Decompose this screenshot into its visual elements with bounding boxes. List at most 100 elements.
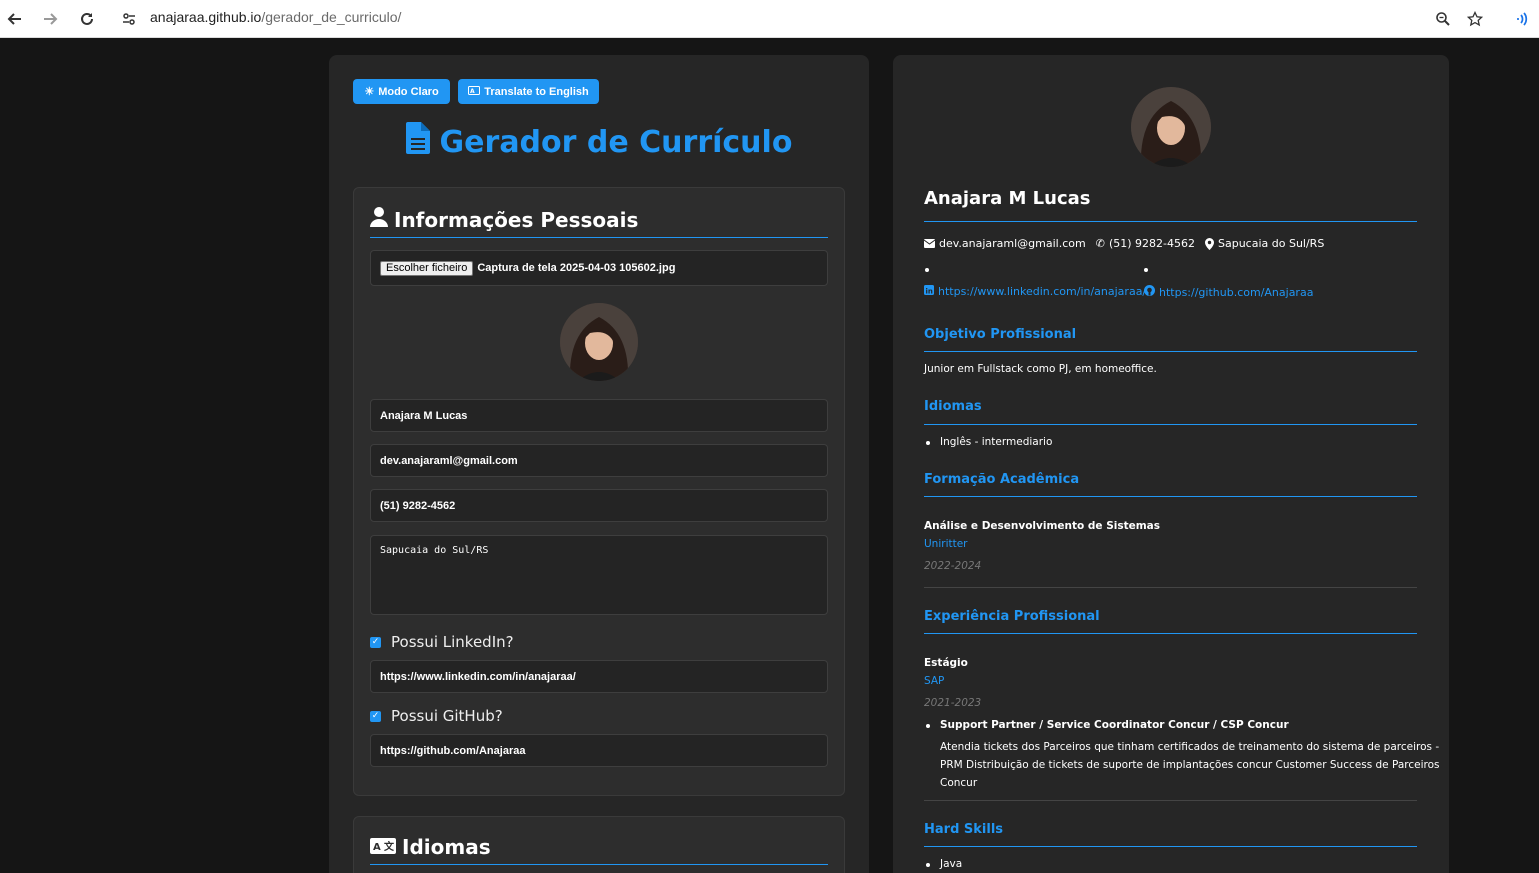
experience-item-desc-line2: PRM Distribuição de tickets de suporte d… xyxy=(940,759,1440,771)
github-checkbox-row[interactable]: ✓ Possui GitHub? xyxy=(370,707,503,725)
avatar-preview xyxy=(560,303,638,381)
resume-linkedin-link[interactable]: in https://www.linkedin.com/in/anajaraa/ xyxy=(924,285,1146,298)
experience-role: Estágio xyxy=(924,657,968,669)
experience-item-title: Support Partner / Service Coordinator Co… xyxy=(940,719,1289,731)
translate-label: Translate to English xyxy=(484,85,589,98)
bullet xyxy=(925,268,929,272)
experience-company: SAP xyxy=(924,675,945,687)
email-input[interactable]: dev.anajaraml@gmail.com xyxy=(370,444,828,477)
personal-info-title: Informações Pessoais xyxy=(394,207,639,232)
divider xyxy=(924,633,1417,634)
resume-location: Sapucaia do Sul/RS xyxy=(1205,237,1324,250)
experience-heading: Experiência Profissional xyxy=(924,609,1100,624)
address-textarea[interactable]: Sapucaia do Sul/RS xyxy=(370,535,828,615)
phone-input[interactable]: (51) 9282-4562 xyxy=(370,489,828,522)
divider xyxy=(924,496,1417,497)
email-input-value: dev.anajaraml@gmail.com xyxy=(380,454,518,467)
svg-text:文: 文 xyxy=(384,840,395,853)
resume-preview: Anajara M Lucas dev.anajaraml@gmail.com … xyxy=(893,55,1449,873)
languages-title: Idiomas xyxy=(402,834,491,859)
objective-heading: Objetivo Profissional xyxy=(924,327,1077,342)
languages-card: A文 Idiomas xyxy=(353,816,845,873)
page-title: Gerador de Currículo xyxy=(329,122,869,162)
linkedin-checkbox[interactable]: ✓ xyxy=(370,636,381,648)
resume-location-text: Sapucaia do Sul/RS xyxy=(1218,237,1325,250)
url-path: /gerador_de_curriculo/ xyxy=(261,9,402,25)
name-input[interactable]: Anajara M Lucas xyxy=(370,399,828,432)
linkedin-input[interactable]: https://www.linkedin.com/in/anajaraa/ xyxy=(370,660,828,693)
url-host: anajaraa.github.io xyxy=(150,9,262,25)
resume-linkedin-text: https://www.linkedin.com/in/anajaraa/ xyxy=(938,285,1147,298)
linkedin-checkbox-label: Possui LinkedIn? xyxy=(391,633,514,651)
phone-icon: ✆ xyxy=(1095,237,1105,250)
phone-input-value: (51) 9282-4562 xyxy=(380,499,456,512)
bullet xyxy=(1144,268,1148,272)
browser-toolbar: anajaraa.github.io/gerador_de_curriculo/ xyxy=(0,0,1539,38)
svg-text:in: in xyxy=(926,288,933,296)
form-panel: ☀ Modo Claro A Translate to English Gera… xyxy=(329,55,869,873)
envelope-icon xyxy=(924,239,935,248)
github-input-value: https://github.com/Anajaraa xyxy=(380,744,526,757)
github-icon xyxy=(1144,285,1155,299)
site-settings-icon[interactable] xyxy=(117,7,141,31)
language-icon: A xyxy=(468,85,481,98)
linkedin-icon: in xyxy=(924,285,934,298)
page-title-text: Gerador de Currículo xyxy=(439,124,793,160)
experience-period: 2021-2023 xyxy=(924,697,982,709)
bullet xyxy=(926,724,930,728)
photo-file-input[interactable]: Escolher ficheiro Captura de tela 2025-0… xyxy=(370,250,828,286)
personal-info-card: Informações Pessoais Escolher ficheiro C… xyxy=(353,187,845,796)
document-icon xyxy=(405,122,430,162)
divider xyxy=(924,351,1417,352)
address-bar[interactable]: anajaraa.github.io/gerador_de_curriculo/ xyxy=(150,8,401,26)
address-textarea-value: Sapucaia do Sul/RS xyxy=(380,545,489,556)
experience-item-desc-line3: Concur xyxy=(940,777,978,789)
resume-github-text: https://github.com/Anajaraa xyxy=(1159,285,1314,299)
resume-email-text: dev.anajaraml@gmail.com xyxy=(939,237,1086,250)
file-name: Captura de tela 2025-04-03 105602.jpg xyxy=(477,262,676,274)
languages-heading: Idiomas xyxy=(924,399,982,414)
bullet xyxy=(926,863,930,867)
translate-button[interactable]: A Translate to English xyxy=(458,79,599,104)
education-course: Análise e Desenvolvimento de Sistemas xyxy=(924,520,1161,532)
linkedin-checkbox-row[interactable]: ✓ Possui LinkedIn? xyxy=(370,633,514,651)
user-icon xyxy=(370,207,388,232)
back-arrow-icon[interactable] xyxy=(3,7,27,31)
forward-arrow-icon[interactable] xyxy=(38,7,62,31)
name-input-value: Anajara M Lucas xyxy=(380,409,468,422)
resume-name: Anajara M Lucas xyxy=(924,188,1091,209)
resume-email: dev.anajaraml@gmail.com xyxy=(924,237,1086,250)
resume-avatar xyxy=(1131,87,1211,167)
divider xyxy=(924,800,1417,801)
experience-item-desc-line1: Atendia tickets dos Parceiros que tinham… xyxy=(940,741,1440,753)
bullet xyxy=(926,441,930,445)
star-icon[interactable] xyxy=(1463,7,1487,31)
sun-icon: ☀ xyxy=(364,86,375,98)
location-pin-icon xyxy=(1205,237,1214,250)
objective-text: Junior em Fullstack como PJ, em homeoffi… xyxy=(924,363,1157,375)
education-heading: Formação Acadêmica xyxy=(924,472,1080,487)
light-mode-button[interactable]: ☀ Modo Claro xyxy=(353,79,450,104)
resume-contact: dev.anajaraml@gmail.com ✆ (51) 9282-4562… xyxy=(924,237,1324,250)
divider xyxy=(924,424,1417,425)
cast-icon[interactable] xyxy=(1512,7,1536,31)
education-institution: Uniritter xyxy=(924,538,968,550)
languages-heading: A文 Idiomas xyxy=(370,833,828,865)
divider xyxy=(924,221,1417,222)
hard-skill-item: Java xyxy=(940,858,963,870)
education-period: 2022-2024 xyxy=(924,560,982,572)
github-input[interactable]: https://github.com/Anajaraa xyxy=(370,734,828,767)
zoom-icon[interactable] xyxy=(1431,7,1455,31)
svg-text:A: A xyxy=(470,88,475,95)
language-icon: A文 xyxy=(370,835,396,859)
svg-text:A: A xyxy=(373,842,381,853)
github-checkbox-label: Possui GitHub? xyxy=(391,707,503,725)
personal-info-heading: Informações Pessoais xyxy=(370,206,828,238)
divider xyxy=(924,846,1417,847)
resume-github-link[interactable]: https://github.com/Anajaraa xyxy=(1144,285,1313,299)
resume-phone: ✆ (51) 9282-4562 xyxy=(1096,237,1195,250)
choose-file-button[interactable]: Escolher ficheiro xyxy=(380,260,474,276)
reload-icon[interactable] xyxy=(75,7,99,31)
language-item: Inglês - intermediario xyxy=(940,436,1053,448)
github-checkbox[interactable]: ✓ xyxy=(370,710,381,722)
